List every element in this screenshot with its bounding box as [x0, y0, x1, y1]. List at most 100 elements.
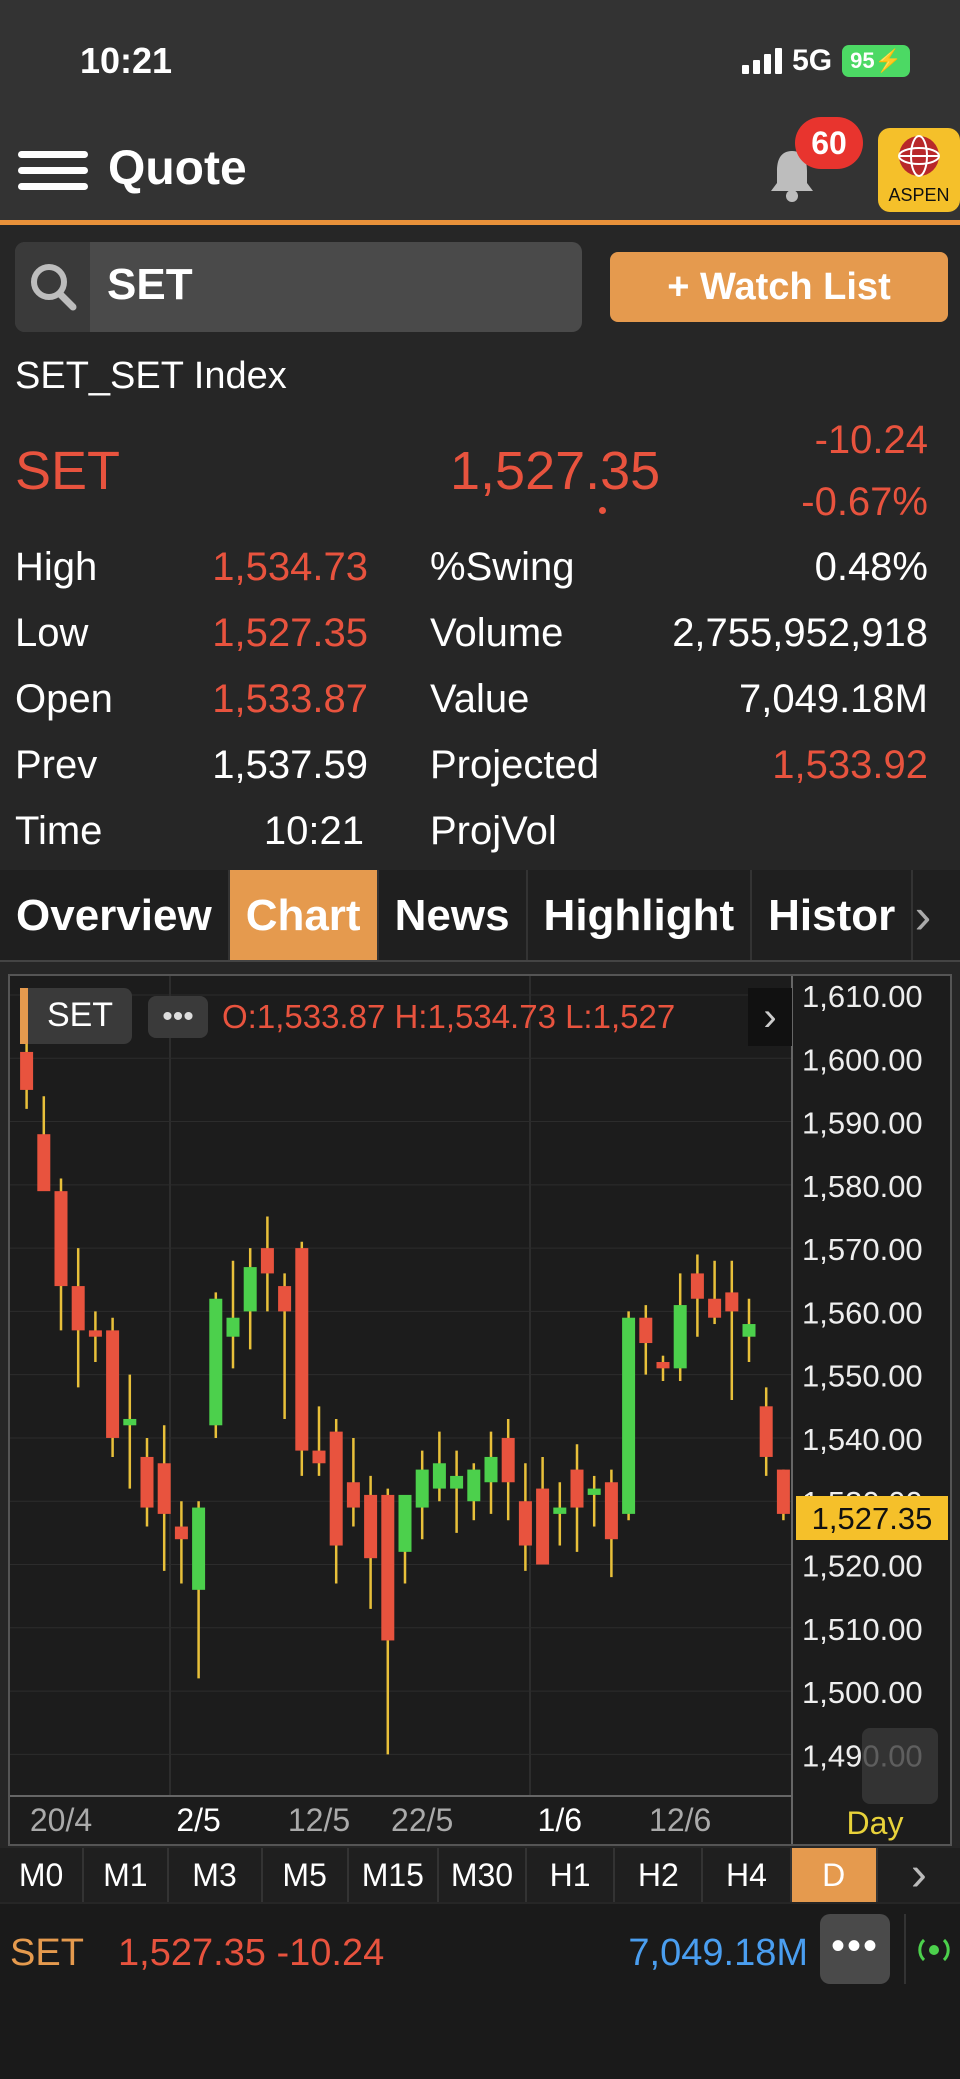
stat-value: 1,534.73: [212, 545, 368, 589]
candle-body: [226, 1317, 240, 1337]
timeframe-h2[interactable]: H2: [615, 1848, 704, 1902]
candlestick-chart[interactable]: 1,610.00 1,600.00 1,590.00 1,580.00 1,570.00…: [10, 976, 950, 1844]
stat-label: Projected: [430, 743, 599, 787]
stat-label: High: [15, 545, 98, 589]
candle-body: [260, 1248, 274, 1274]
stat-value: 1,533.87: [212, 677, 368, 721]
aspen-logo[interactable]: ASPEN: [878, 128, 960, 212]
timeframe-m15[interactable]: M15: [349, 1848, 439, 1902]
chart-more-dots: •••: [162, 1000, 194, 1033]
candle-body: [690, 1273, 704, 1299]
page-title: Quote: [108, 142, 247, 195]
candle-body: [398, 1494, 412, 1552]
candle-body: [725, 1292, 739, 1312]
candle-body: [106, 1330, 120, 1438]
search-row: + Watch List: [0, 240, 960, 336]
tab-news[interactable]: News: [379, 870, 528, 960]
timeframe-h4[interactable]: H4: [703, 1848, 792, 1902]
timeframe-m1[interactable]: M1: [84, 1848, 169, 1902]
tab-history[interactable]: Histor: [752, 870, 914, 960]
stat-label: Value: [430, 677, 530, 721]
last-price: 1,527.35: [450, 441, 661, 501]
y-tick-label: 1,510.00: [802, 1612, 923, 1647]
stat-label: Low: [15, 611, 89, 655]
stat-value: 7,049.18M: [738, 677, 928, 721]
candle-body: [295, 1248, 309, 1451]
candle-body: [759, 1406, 773, 1457]
candle-body: [484, 1456, 498, 1483]
timeframe-next-chevron-icon[interactable]: ›: [878, 1848, 960, 1902]
y-tick-label: 1,540.00: [802, 1422, 923, 1457]
timeframe-bar: M0 M1 M3 M5 M15 M30 H1 H2 H4 D ›: [0, 1848, 960, 1902]
x-tick-label: 22/5: [391, 1802, 453, 1838]
notification-badge[interactable]: 60: [795, 117, 863, 169]
tab-overview[interactable]: Overview: [0, 870, 230, 960]
timeframe-m0[interactable]: M0: [0, 1848, 85, 1902]
candle-body: [174, 1526, 188, 1540]
tab-chart[interactable]: Chart: [229, 870, 379, 960]
search-box[interactable]: [15, 242, 582, 332]
price-dot: [599, 507, 606, 514]
candle-body: [518, 1501, 532, 1546]
status-right: 5G 95⚡: [742, 44, 910, 78]
y-tick-label: 1,600.00: [802, 1042, 923, 1077]
index-full-name: SET_SET Index: [15, 355, 287, 397]
timeframe-h1[interactable]: H1: [527, 1848, 616, 1902]
footer-symbol: SET: [10, 1932, 84, 1974]
y-tick-label: 1,590.00: [802, 1106, 923, 1141]
y-tick-label: 1,550.00: [802, 1359, 923, 1394]
chart-panel[interactable]: 1,610.00 1,600.00 1,590.00 1,580.00 1,570.00…: [8, 974, 952, 1846]
timeframe-m5[interactable]: M5: [263, 1848, 349, 1902]
candle-body: [467, 1469, 481, 1502]
timeframe-m3[interactable]: M3: [169, 1848, 263, 1902]
stat-label: Time: [15, 809, 103, 853]
candle-body: [192, 1507, 206, 1590]
stat-label: Prev: [15, 743, 98, 787]
candle-body: [570, 1469, 584, 1508]
search-input[interactable]: [107, 260, 567, 310]
x-tick-label: 12/6: [649, 1802, 711, 1838]
footer-price-change: 1,527.35 -10.24: [118, 1932, 385, 1974]
x-tick-label: 20/4: [30, 1802, 92, 1838]
candle-body: [604, 1482, 618, 1540]
candle-body: [708, 1298, 722, 1318]
more-options-icon[interactable]: •••: [820, 1914, 890, 1984]
candle-body: [639, 1317, 653, 1344]
candle-body: [71, 1286, 85, 1331]
candle-body: [157, 1463, 171, 1514]
stat-value: 1,537.59: [212, 743, 368, 787]
add-watch-list-button[interactable]: + Watch List: [610, 252, 948, 322]
current-price-label: 1,527.35: [812, 1501, 933, 1536]
detail-tabs: Overview Chart News Highlight Histor: [0, 870, 960, 962]
candle-body: [37, 1134, 51, 1192]
search-icon[interactable]: [15, 242, 90, 332]
candle-body: [553, 1507, 567, 1514]
stat-value: 1,533.92: [772, 743, 928, 787]
stat-label: Volume: [430, 611, 564, 655]
candle-body: [20, 1051, 34, 1090]
aspen-label: ASPEN: [888, 185, 950, 205]
stat-value: 0.48%: [814, 545, 928, 589]
hamburger-menu-icon[interactable]: [18, 143, 88, 203]
chart-header-chevron-icon: ›: [763, 995, 776, 1039]
candle-body: [88, 1330, 102, 1337]
footer-ticker: SET 1,527.35 -10.24 7,049.18M •••: [0, 1904, 960, 2079]
candle-body: [415, 1469, 429, 1508]
quote-symbol: SET: [15, 441, 121, 501]
connection-status-icon: [904, 1914, 960, 1984]
candle-body: [312, 1450, 326, 1464]
network-label: 5G: [792, 44, 833, 77]
y-tick-label: 1,520.00: [802, 1549, 923, 1584]
candle-body: [432, 1463, 446, 1489]
timeframe-d[interactable]: D: [791, 1848, 878, 1902]
candle-body: [622, 1317, 636, 1514]
footer-value: 7,049.18M: [628, 1932, 808, 1974]
candle-body: [536, 1488, 550, 1565]
candle-body: [123, 1418, 137, 1426]
candle-body: [450, 1475, 464, 1489]
timeframe-m30[interactable]: M30: [439, 1848, 528, 1902]
tab-highlight[interactable]: Highlight: [528, 870, 753, 960]
stat-label: %Swing: [430, 545, 575, 589]
candle-body: [501, 1437, 515, 1483]
tabs-scroll-chevron-icon[interactable]: ›: [898, 876, 948, 956]
